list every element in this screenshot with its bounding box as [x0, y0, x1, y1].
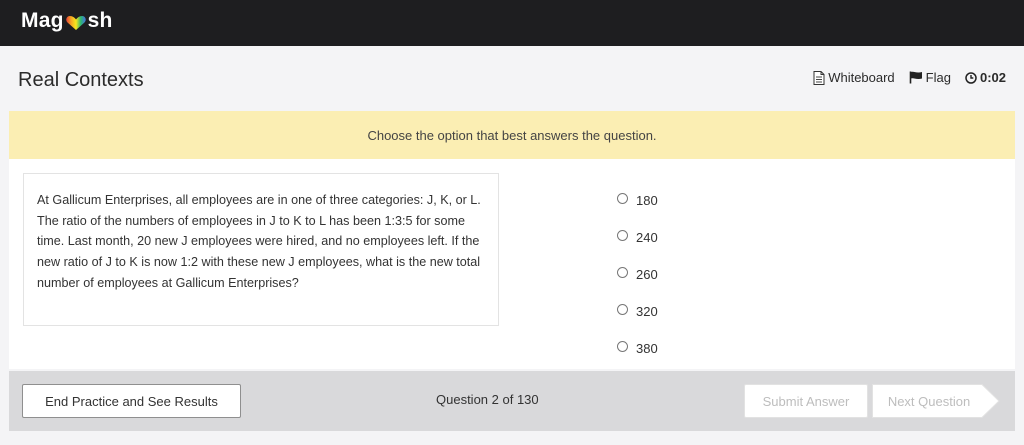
flag-icon	[909, 71, 922, 84]
radio-button[interactable]	[617, 230, 628, 241]
timer: 0:02	[965, 70, 1006, 85]
radio-button[interactable]	[617, 267, 628, 278]
question-stem: At Gallicum Enterprises, all employees a…	[23, 173, 499, 326]
question-text: At Gallicum Enterprises, all employees a…	[37, 193, 481, 290]
answer-option-label: 260	[636, 267, 658, 282]
radio-button[interactable]	[617, 193, 628, 204]
answer-option[interactable]: 180	[617, 182, 658, 219]
answer-option[interactable]: 380	[617, 330, 658, 367]
page-title: Real Contexts	[18, 69, 144, 91]
submit-answer-button[interactable]: Submit Answer	[744, 384, 868, 418]
flag-button[interactable]: Flag	[909, 70, 951, 85]
logo-text-left: Mag	[21, 9, 64, 32]
whiteboard-button[interactable]: Whiteboard	[813, 70, 895, 85]
radio-button[interactable]	[617, 341, 628, 352]
top-navbar: Mag sh	[0, 0, 1024, 46]
next-question-button[interactable]: Next Question	[872, 384, 1000, 418]
instruction-text: Choose the option that best answers the …	[367, 127, 657, 143]
answer-option[interactable]: 260	[617, 256, 658, 293]
timer-value: 0:02	[979, 70, 1006, 85]
flag-label: Flag	[925, 70, 951, 85]
clock-icon	[965, 71, 977, 84]
answer-option-label: 320	[636, 304, 658, 319]
answer-option-label: 180	[636, 193, 658, 208]
rainbow-heart-icon	[65, 13, 87, 30]
next-question-label: Next Question	[887, 393, 971, 409]
answer-option-label: 380	[636, 341, 658, 356]
question-tools: Whiteboard Flag 0:02	[799, 70, 1006, 85]
magoosh-logo[interactable]: Mag sh	[21, 9, 113, 33]
document-icon	[813, 70, 825, 85]
instruction-banner: Choose the option that best answers the …	[9, 111, 1015, 159]
end-practice-button[interactable]: End Practice and See Results	[22, 384, 241, 418]
radio-button[interactable]	[617, 304, 628, 315]
answer-options: 180 240 260 320 380	[617, 182, 658, 367]
logo-text-right: sh	[87, 9, 113, 32]
answer-option[interactable]: 240	[617, 219, 658, 256]
whiteboard-label: Whiteboard	[828, 70, 895, 85]
answer-option-label: 240	[636, 230, 658, 245]
answer-option[interactable]: 320	[617, 293, 658, 330]
question-progress: Question 2 of 130	[436, 392, 539, 407]
